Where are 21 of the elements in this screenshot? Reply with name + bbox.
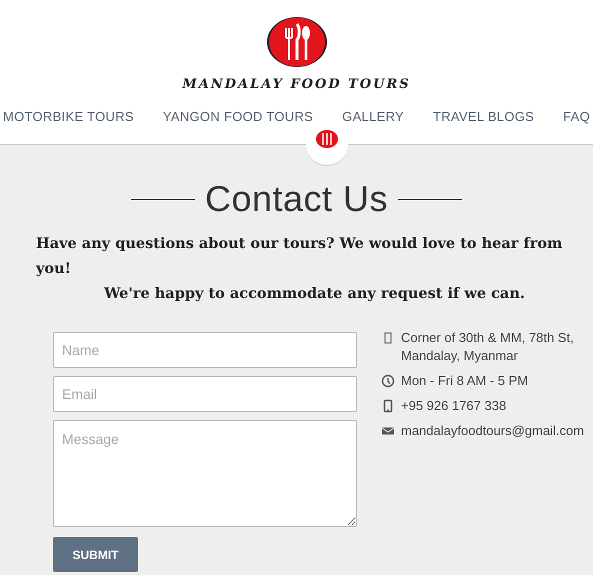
submit-button[interactable]: SUBMIT: [53, 537, 138, 572]
nav-link[interactable]: MOTORBIKE TOURS: [2, 106, 134, 126]
logo-icon: [316, 130, 338, 148]
intro-text: Have any questions about our tours? We would love to hear from you!: [36, 234, 564, 279]
contact-text: Mon - Fri 8 AM - 5 PM: [401, 372, 530, 390]
logo-icon: [266, 16, 328, 68]
logo-text: MANDALAY FOOD TOURS: [182, 76, 411, 94]
nav-link[interactable]: GALLERY: [342, 106, 404, 126]
input-field[interactable]: Name: [53, 332, 357, 368]
nav-link[interactable]: YANGON FOOD TOURS: [162, 106, 314, 126]
intro-text: We're happy to accommodate any request if we can.: [104, 284, 525, 304]
nav-link[interactable]: TRAVEL BLOGS: [433, 106, 534, 126]
nav-link[interactable]: FAQ: [563, 106, 590, 126]
message-field[interactable]: Message: [53, 420, 357, 527]
contact-text: Corner of 30th & MM, 78th St, Mandalay, Myanmar: [401, 329, 575, 365]
clock-icon: [381, 374, 395, 388]
contact-text: +95 926 1767 338: [401, 397, 508, 415]
contact-text: mandalayfoodtours@gmail.com: [401, 422, 583, 440]
phone-icon: [381, 399, 395, 413]
page-heading: Contact Us: [204, 179, 388, 219]
input-field[interactable]: Email: [53, 376, 357, 412]
